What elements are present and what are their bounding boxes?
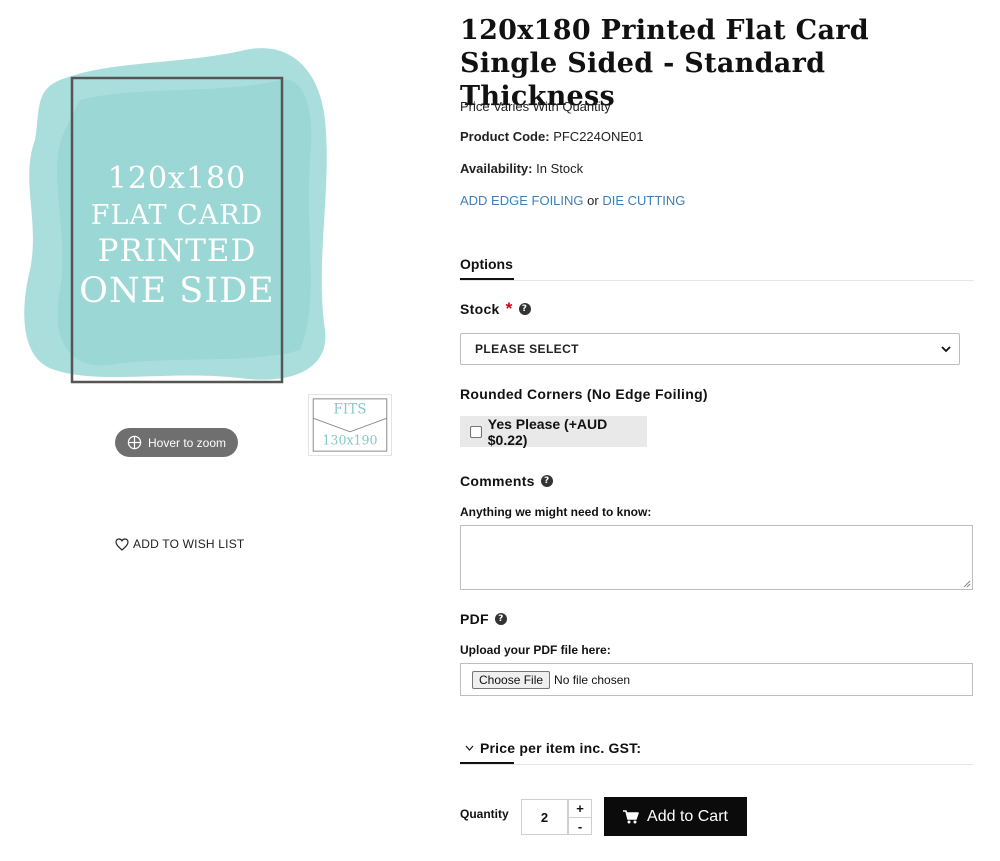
comments-label: Comments xyxy=(460,473,535,489)
comments-help-icon[interactable]: ? xyxy=(540,475,553,487)
stock-label: Stock xyxy=(460,301,500,317)
rounded-corners-checkbox-label[interactable]: Yes Please (+AUD $0.22) xyxy=(488,416,647,448)
comments-textarea[interactable] xyxy=(460,525,973,590)
pdf-sub-label: Upload your PDF file here: xyxy=(460,643,611,657)
rounded-corners-checkbox[interactable] xyxy=(470,425,482,438)
add-to-wish-list-link[interactable]: ADD TO WISH LIST xyxy=(115,537,244,551)
hover-to-zoom-button[interactable]: Hover to zoom xyxy=(115,428,238,457)
stock-select-value: PLEASE SELECT xyxy=(475,342,579,356)
fits-envelope-thumbnail[interactable]: FITS 130x190 xyxy=(308,394,392,456)
pdf-label: PDF xyxy=(460,611,489,627)
rounded-corners-option[interactable]: Yes Please (+AUD $0.22) xyxy=(460,416,647,448)
hover-to-zoom-label: Hover to zoom xyxy=(148,435,227,450)
stock-select[interactable]: PLEASE SELECT xyxy=(460,333,960,365)
file-status: No file chosen xyxy=(554,672,631,687)
comments-field-label: Comments ? xyxy=(460,473,553,489)
stock-field-label: Stock * ? xyxy=(460,299,531,318)
wish-list-label: ADD TO WISH LIST xyxy=(133,537,245,551)
add-to-cart-button[interactable]: Add to Cart xyxy=(604,797,747,836)
image-line-3: PRINTED xyxy=(98,233,257,269)
quantity-increase-button[interactable]: + xyxy=(568,799,592,817)
pdf-upload-field[interactable]: Choose File No file chosen xyxy=(460,663,973,696)
add-to-cart-label: Add to Cart xyxy=(647,807,728,825)
comments-sub-label: Anything we might need to know: xyxy=(460,505,652,519)
availability: Availability: In Stock xyxy=(460,161,583,176)
tab-options[interactable]: Options xyxy=(460,256,513,272)
heart-icon xyxy=(115,537,129,551)
pdf-field-label: PDF ? xyxy=(460,611,507,627)
add-edge-foiling-link[interactable]: ADD EDGE FOILING xyxy=(460,193,584,208)
rounded-corners-label: Rounded Corners (No Edge Foiling) xyxy=(460,386,708,402)
quantity-decrease-button[interactable]: - xyxy=(568,817,592,835)
chevron-down-icon xyxy=(941,346,951,353)
stock-help-icon[interactable]: ? xyxy=(518,303,531,315)
product-code-value: PFC224ONE01 xyxy=(553,129,644,144)
image-line-4: ONE SIDE xyxy=(79,271,274,311)
upgrade-links: ADD EDGE FOILING or DIE CUTTING xyxy=(460,193,685,208)
price-tab-divider xyxy=(460,764,974,765)
links-or: or xyxy=(587,193,599,208)
product-image-art: 120x180 FLAT CARD PRINTED ONE SIDE xyxy=(24,48,327,384)
tab-price-per-item[interactable]: Price per item inc. GST: xyxy=(465,740,641,756)
pdf-help-icon[interactable]: ? xyxy=(494,613,507,625)
price-note: Price Varies With Quantity xyxy=(460,99,611,114)
product-image[interactable]: 120x180 FLAT CARD PRINTED ONE SIDE xyxy=(20,40,340,390)
chevron-down-icon xyxy=(465,745,474,751)
product-code-label: Product Code: xyxy=(460,129,550,144)
tab-divider xyxy=(460,280,974,281)
product-code: Product Code: PFC224ONE01 xyxy=(460,129,644,144)
zoom-crosshair-icon xyxy=(127,435,142,450)
availability-label: Availability: xyxy=(460,161,533,176)
choose-file-button[interactable]: Choose File xyxy=(472,670,551,689)
required-asterisk: * xyxy=(505,299,513,318)
fits-size-label: 130x190 xyxy=(322,432,377,447)
image-line-1: 120x180 xyxy=(108,161,246,196)
image-line-2: FLAT CARD xyxy=(91,200,263,231)
die-cutting-link[interactable]: DIE CUTTING xyxy=(602,193,685,208)
quantity-label: Quantity xyxy=(460,807,509,821)
cart-icon xyxy=(623,809,639,823)
availability-value: In Stock xyxy=(536,161,584,176)
resize-handle-icon[interactable] xyxy=(963,580,971,588)
quantity-input[interactable]: 2 xyxy=(521,799,568,835)
fits-label: FITS xyxy=(333,401,366,417)
price-tab-label: Price per item inc. GST: xyxy=(480,740,642,756)
